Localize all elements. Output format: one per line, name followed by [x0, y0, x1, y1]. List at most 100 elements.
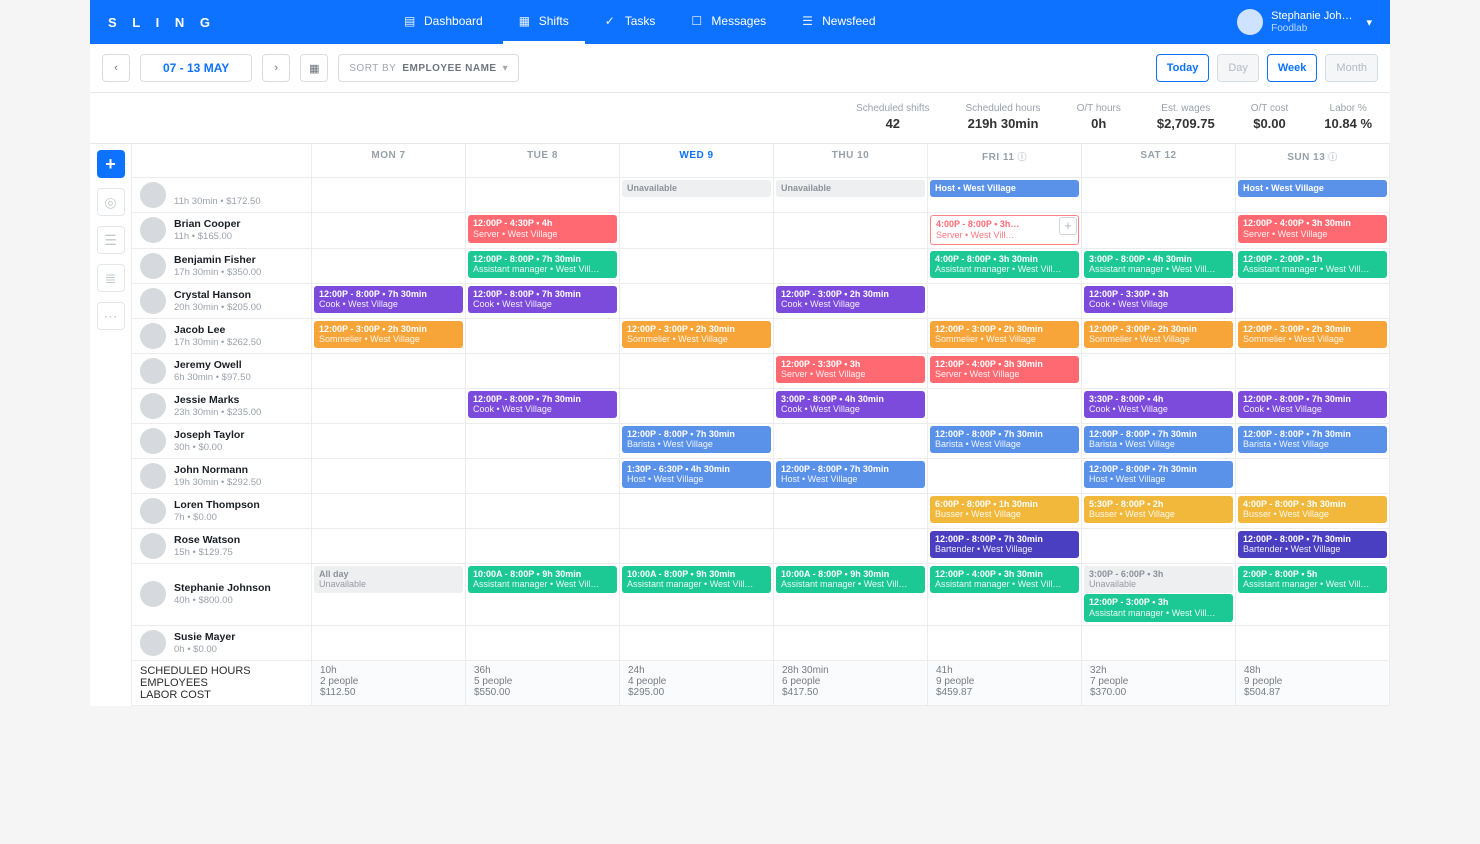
shift-block[interactable]: 12:00P - 4:30P • 4hServer • West Village [468, 215, 617, 243]
shift-cell[interactable] [466, 319, 620, 354]
shift-block[interactable]: 12:00P - 8:00P • 7h 30minBarista • West … [1238, 426, 1387, 454]
shift-cell[interactable] [774, 494, 928, 529]
shift-block[interactable]: 12:00P - 3:00P • 2h 30minSommelier • Wes… [930, 321, 1079, 349]
shift-cell[interactable]: 3:00P - 8:00P • 4h 30minAssistant manage… [1082, 249, 1236, 284]
shift-block[interactable]: 12:00P - 8:00P • 7h 30minBarista • West … [930, 426, 1079, 454]
shift-cell[interactable]: 2:00P - 8:00P • 5hAssistant manager • We… [1236, 564, 1390, 626]
shift-block[interactable]: 12:00P - 8:00P • 7h 30minBarista • West … [1084, 426, 1233, 454]
shift-cell[interactable]: 12:00P - 3:00P • 2h 30minSommelier • Wes… [1236, 319, 1390, 354]
day-header[interactable]: THU 10 [774, 144, 928, 178]
shift-cell[interactable]: 3:30P - 8:00P • 4hCook • West Village [1082, 389, 1236, 424]
shift-block[interactable]: 3:00P - 6:00P • 3hUnavailable [1084, 566, 1233, 594]
shift-cell[interactable] [620, 529, 774, 564]
shift-cell[interactable] [774, 424, 928, 459]
shift-cell[interactable]: Unavailable [774, 178, 928, 213]
shift-block[interactable]: 12:00P - 4:00P • 3h 30minServer • West V… [1238, 215, 1387, 243]
shift-block[interactable]: 4:00P - 8:00P • 3h 30minAssistant manage… [930, 251, 1079, 279]
shift-cell[interactable] [928, 389, 1082, 424]
shift-cell[interactable]: Host • West Village [1236, 178, 1390, 213]
today-button[interactable]: Today [1156, 54, 1210, 82]
shift-cell[interactable]: 12:00P - 3:00P • 2h 30minSommelier • Wes… [620, 319, 774, 354]
shift-cell[interactable] [466, 494, 620, 529]
shift-block[interactable]: 10:00A - 8:00P • 9h 30minAssistant manag… [468, 566, 617, 594]
shift-block[interactable]: Unavailable [776, 180, 925, 197]
shift-cell[interactable] [312, 178, 466, 213]
shift-cell[interactable]: 6:00P - 8:00P • 1h 30minBusser • West Vi… [928, 494, 1082, 529]
shift-cell[interactable] [466, 626, 620, 661]
shift-cell[interactable] [1236, 354, 1390, 389]
shift-cell[interactable]: 3:00P - 8:00P • 4h 30minCook • West Vill… [774, 389, 928, 424]
shift-block[interactable]: 1:30P - 6:30P • 4h 30minHost • West Vill… [622, 461, 771, 489]
shift-block[interactable]: 12:00P - 8:00P • 7h 30minHost • West Vil… [776, 461, 925, 489]
shift-cell[interactable]: 12:00P - 8:00P • 7h 30minCook • West Vil… [1236, 389, 1390, 424]
shift-cell[interactable] [466, 529, 620, 564]
add-button[interactable]: + [97, 150, 125, 178]
day-header[interactable]: WED 9 [620, 144, 774, 178]
shift-block[interactable]: 12:00P - 8:00P • 7h 30minBartender • Wes… [930, 531, 1079, 559]
next-period-button[interactable]: › [262, 54, 290, 82]
add-shift-button[interactable]: + [1059, 217, 1077, 235]
shift-cell[interactable] [1082, 213, 1236, 249]
view-day-button[interactable]: Day [1217, 54, 1259, 82]
shift-cell[interactable]: 12:00P - 8:00P • 7h 30minBarista • West … [1082, 424, 1236, 459]
shift-cell[interactable]: 12:00P - 8:00P • 7h 30minBarista • West … [620, 424, 774, 459]
calendar-button[interactable]: ▦ [300, 54, 328, 82]
shift-block[interactable]: 12:00P - 8:00P • 7h 30minCook • West Vil… [468, 286, 617, 314]
shift-cell[interactable]: 10:00A - 8:00P • 9h 30minAssistant manag… [466, 564, 620, 626]
shift-cell[interactable]: 12:00P - 3:00P • 2h 30minSommelier • Wes… [312, 319, 466, 354]
shift-cell[interactable]: 12:00P - 8:00P • 7h 30minCook • West Vil… [466, 284, 620, 319]
shift-cell[interactable]: 12:00P - 4:00P • 3h 30minAssistant manag… [928, 564, 1082, 626]
shift-block[interactable]: 12:00P - 8:00P • 7h 30minAssistant manag… [468, 251, 617, 279]
shift-cell[interactable] [928, 459, 1082, 494]
shift-cell[interactable] [312, 389, 466, 424]
shift-cell[interactable]: 12:00P - 8:00P • 7h 30minBartender • Wes… [1236, 529, 1390, 564]
shift-block[interactable]: 12:00P - 4:00P • 3h 30minServer • West V… [930, 356, 1079, 384]
shift-cell[interactable] [312, 459, 466, 494]
nav-messages[interactable]: ☐Messages [675, 0, 782, 44]
shift-cell[interactable] [312, 494, 466, 529]
shift-block[interactable]: 12:00P - 3:00P • 2h 30minSommelier • Wes… [622, 321, 771, 349]
nav-newsfeed[interactable]: ☰Newsfeed [786, 0, 891, 44]
shift-cell[interactable] [466, 424, 620, 459]
shift-block[interactable]: 10:00A - 8:00P • 9h 30minAssistant manag… [622, 566, 771, 594]
shift-cell[interactable] [620, 354, 774, 389]
shift-cell[interactable] [928, 284, 1082, 319]
shift-block[interactable]: Host • West Village [1238, 180, 1387, 197]
shift-cell[interactable]: All dayUnavailable [312, 564, 466, 626]
shift-cell[interactable]: 10:00A - 8:00P • 9h 30minAssistant manag… [620, 564, 774, 626]
shift-block[interactable]: Unavailable [622, 180, 771, 197]
shift-cell[interactable] [774, 529, 928, 564]
shift-cell[interactable]: 12:00P - 8:00P • 7h 30minBartender • Wes… [928, 529, 1082, 564]
date-range-picker[interactable]: 07 - 13 MAY [140, 54, 252, 82]
shift-cell[interactable]: 12:00P - 8:00P • 7h 30minBarista • West … [1236, 424, 1390, 459]
shift-cell[interactable] [466, 178, 620, 213]
shift-cell[interactable] [928, 626, 1082, 661]
location-icon[interactable]: ◎ [97, 188, 125, 216]
shift-cell[interactable] [466, 459, 620, 494]
shift-block[interactable]: 12:00P - 2:00P • 1hAssistant manager • W… [1238, 251, 1387, 279]
shift-cell[interactable] [1082, 354, 1236, 389]
shift-block[interactable]: 10:00A - 8:00P • 9h 30minAssistant manag… [776, 566, 925, 594]
shift-cell[interactable] [312, 529, 466, 564]
shift-cell[interactable]: 12:00P - 3:00P • 2h 30minSommelier • Wes… [928, 319, 1082, 354]
shift-block[interactable]: 4:00P - 8:00P • 3h 30minBusser • West Vi… [1238, 496, 1387, 524]
shift-cell[interactable]: 12:00P - 8:00P • 7h 30minHost • West Vil… [1082, 459, 1236, 494]
profile-menu[interactable]: Stephanie Joh… Foodlab ▾ [1237, 9, 1372, 35]
shift-block[interactable]: Host • West Village [930, 180, 1079, 197]
shift-cell[interactable] [620, 213, 774, 249]
shift-cell[interactable]: 12:00P - 8:00P • 7h 30minBarista • West … [928, 424, 1082, 459]
shift-cell[interactable] [620, 626, 774, 661]
shift-cell[interactable]: 12:00P - 3:00P • 2h 30minSommelier • Wes… [1082, 319, 1236, 354]
shift-block[interactable]: 12:00P - 8:00P • 7h 30minBarista • West … [622, 426, 771, 454]
shift-cell[interactable] [312, 213, 466, 249]
settings-icon[interactable]: ⋯ [97, 302, 125, 330]
shift-cell[interactable]: Unavailable [620, 178, 774, 213]
shift-cell[interactable] [774, 319, 928, 354]
shift-cell[interactable]: 12:00P - 8:00P • 7h 30minCook • West Vil… [312, 284, 466, 319]
shift-block[interactable]: 12:00P - 8:00P • 7h 30minCook • West Vil… [1238, 391, 1387, 419]
shift-cell[interactable] [620, 389, 774, 424]
shift-block[interactable]: 12:00P - 8:00P • 7h 30minBartender • Wes… [1238, 531, 1387, 559]
shift-cell[interactable] [1082, 626, 1236, 661]
shift-cell[interactable] [1236, 284, 1390, 319]
day-header[interactable]: TUE 8 [466, 144, 620, 178]
